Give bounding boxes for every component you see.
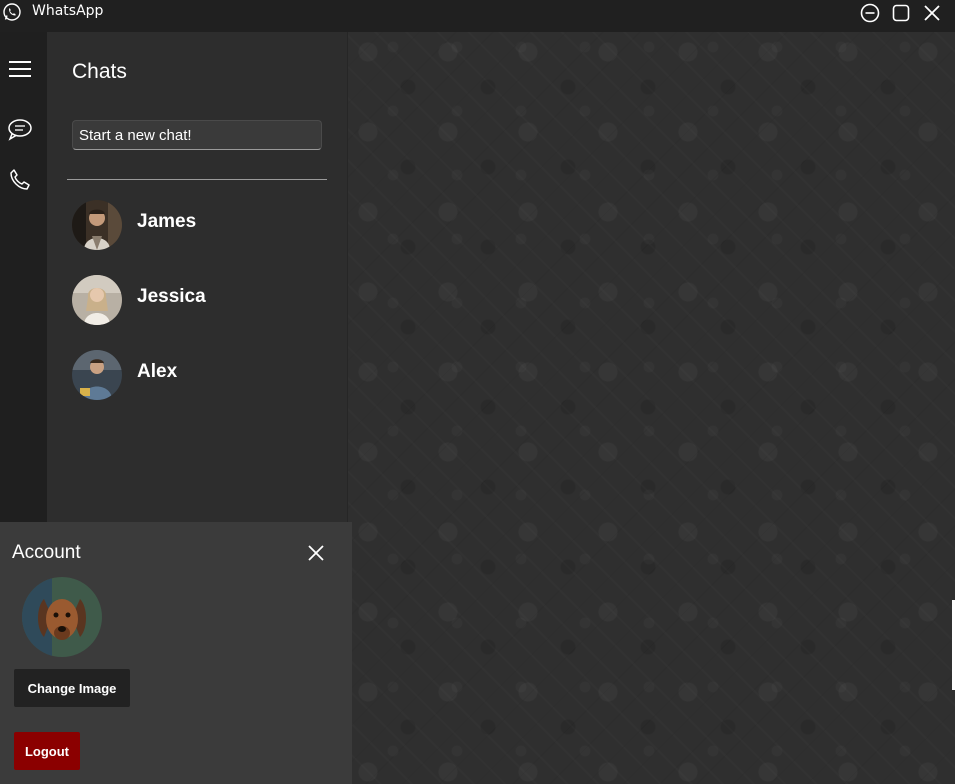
divider [67, 179, 327, 180]
avatar-photo-icon [72, 200, 122, 250]
contact-item-alex[interactable]: Alex [72, 348, 342, 402]
contact-name: Jessica [137, 286, 206, 307]
avatar-photo-icon [72, 350, 122, 400]
hamburger-menu-icon[interactable] [6, 56, 34, 84]
avatar-photo-icon [72, 275, 122, 325]
contact-item-james[interactable]: James [72, 198, 342, 252]
title-bar: WhatsApp [0, 0, 955, 32]
chat-bubble-icon[interactable] [6, 116, 34, 144]
chat-background-area [348, 32, 955, 784]
close-icon[interactable] [305, 542, 327, 564]
account-panel: Account Change Image Logout [0, 522, 352, 784]
whatsapp-logo-icon [3, 3, 21, 21]
new-chat-input[interactable] [72, 120, 322, 150]
logout-button[interactable]: Logout [14, 732, 80, 770]
change-image-button[interactable]: Change Image [14, 669, 130, 707]
contact-name: James [137, 211, 197, 232]
contact-item-jessica[interactable]: Jessica [72, 273, 342, 327]
chats-heading: Chats [72, 60, 127, 83]
maximize-icon[interactable] [890, 2, 912, 24]
phone-icon[interactable] [6, 166, 34, 194]
account-title: Account [12, 542, 81, 563]
app-window: WhatsApp Chats Start a new chat! James J… [0, 0, 955, 784]
app-title: WhatsApp [32, 3, 104, 19]
contact-name: Alex [137, 361, 178, 382]
minimize-icon[interactable] [859, 2, 881, 24]
close-icon[interactable] [921, 2, 943, 24]
dog-photo-icon [22, 577, 102, 657]
